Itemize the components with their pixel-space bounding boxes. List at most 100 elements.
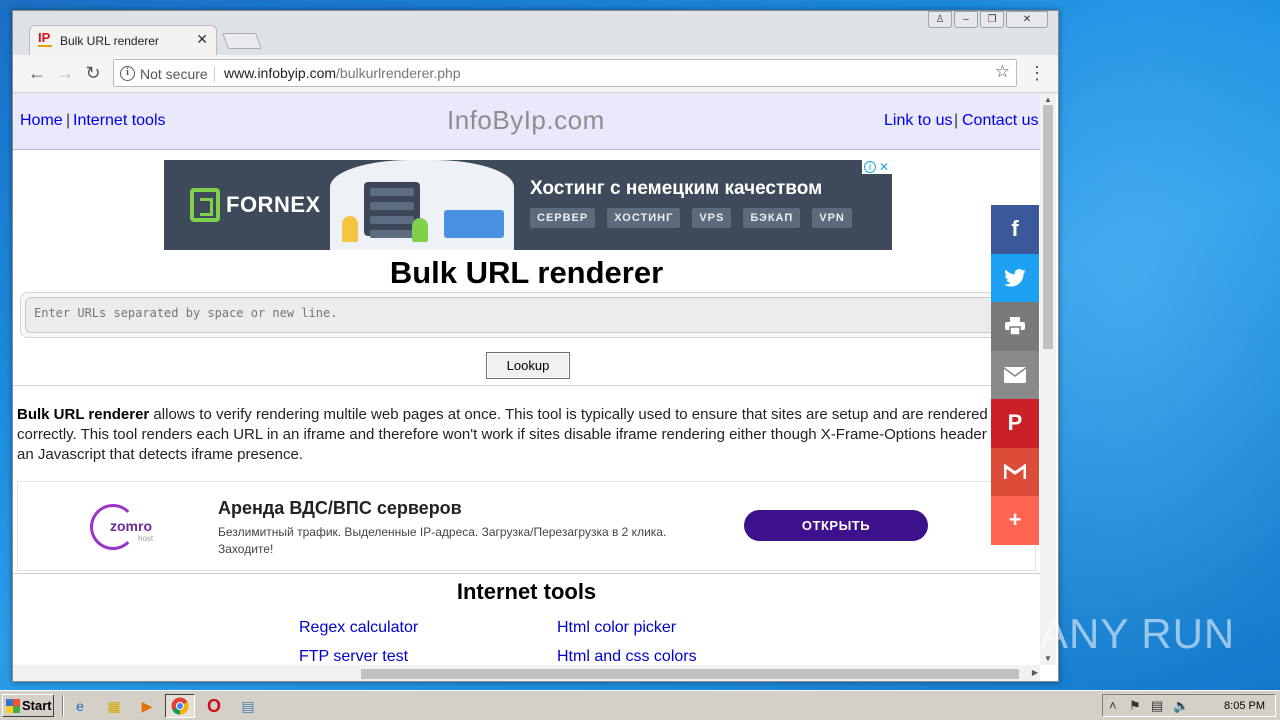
ad-tag: VPS	[692, 208, 732, 228]
ad-tag: ХОСТИНГ	[607, 208, 681, 228]
ad-brand: zomro	[110, 518, 152, 534]
start-button[interactable]: Start	[2, 694, 54, 717]
facebook-share-button[interactable]: f	[991, 205, 1039, 254]
opera-icon[interactable]: O	[204, 696, 224, 716]
divider	[13, 385, 1040, 386]
minimize-button[interactable]: –	[954, 11, 978, 28]
profile-icon[interactable]: ♙	[928, 11, 952, 28]
scrollbar-thumb[interactable]	[361, 669, 1019, 679]
description-bold: Bulk URL renderer	[17, 406, 150, 423]
nav-separator: |	[66, 112, 71, 129]
tools-heading: Internet tools	[456, 579, 597, 604]
ad-banner-fornex[interactable]: FORNEX Хостинг с немецким качеством СЕРВ…	[164, 160, 892, 250]
back-icon[interactable]: ←	[27, 63, 47, 83]
maximize-button[interactable]: ❐	[980, 11, 1004, 28]
twitter-icon	[1004, 268, 1026, 287]
tool-link-color-picker[interactable]: Html color picker	[557, 619, 676, 637]
scroll-right-icon[interactable]: ▶	[1032, 668, 1038, 677]
action-center-icon[interactable]: ⚑	[1129, 698, 1141, 714]
ad-info-icon[interactable]: i	[864, 161, 876, 173]
tab-title: Bulk URL renderer	[60, 34, 159, 48]
scrollbar-thumb[interactable]	[1043, 105, 1053, 349]
ad-tag: БЭКАП	[743, 208, 801, 228]
ad-text: Безлимитный трафик. Выделенные IP-адреса…	[218, 525, 667, 556]
vertical-scrollbar[interactable]: ▲ ▼	[1040, 93, 1056, 665]
url-input[interactable]	[34, 306, 994, 328]
social-share-bar: f P +	[991, 205, 1039, 545]
lookup-button[interactable]: Lookup	[486, 352, 570, 379]
browser-window: IP Bulk URL renderer ✕ ♙ – ❐ ✕ ← → ↻ i N…	[12, 10, 1059, 682]
forward-icon[interactable]: →	[55, 63, 75, 83]
internet-explorer-icon[interactable]: e	[70, 696, 90, 716]
ad-close-icon[interactable]: ✕	[878, 161, 890, 173]
tray-expand-icon[interactable]: ˄	[1109, 698, 1117, 713]
start-label: Start	[22, 698, 52, 713]
person-icon	[412, 218, 428, 242]
info-icon[interactable]: i	[120, 66, 135, 81]
person-icon	[342, 216, 358, 242]
gmail-icon	[1004, 463, 1026, 479]
email-share-button[interactable]	[991, 350, 1039, 399]
page-title: Bulk URL renderer	[389, 255, 664, 290]
notepad-icon[interactable]: ▤	[238, 696, 258, 716]
ad-tags: СЕРВЕР ХОСТИНГ VPS БЭКАП VPN	[530, 208, 852, 228]
ad-tag: СЕРВЕР	[530, 208, 596, 228]
facebook-icon: f	[1011, 216, 1019, 242]
security-label: Not secure	[140, 66, 208, 82]
gmail-share-button[interactable]	[991, 447, 1039, 496]
page-viewport: Home | Internet tools InfoByIp.com Link …	[13, 93, 1040, 681]
horizontal-scrollbar[interactable]: ▶	[13, 665, 1040, 681]
volume-icon[interactable]: 🔈	[1173, 698, 1189, 714]
site-favicon-icon: IP	[38, 30, 52, 47]
reload-icon[interactable]: ↻	[83, 63, 103, 83]
media-player-icon[interactable]: ▶	[137, 696, 157, 716]
browser-menu-icon[interactable]: ⋮	[1028, 63, 1046, 83]
url-input-wrapper	[20, 292, 1030, 338]
omnibox-divider	[214, 66, 215, 82]
site-logo[interactable]: InfoByIp.com	[447, 105, 605, 136]
envelope-icon	[1004, 366, 1026, 383]
ad-choices[interactable]: i ✕	[862, 160, 892, 174]
new-tab-button[interactable]	[222, 33, 262, 49]
site-header: Home | Internet tools InfoByIp.com Link …	[13, 93, 1040, 150]
browser-toolbar: ← → ↻ i Not secure www.infobyip.com/bulk…	[13, 55, 1058, 93]
ad-title: Аренда ВДС/ВПС серверов	[218, 498, 462, 518]
address-bar[interactable]: i Not secure www.infobyip.com/bulkurlren…	[113, 59, 1017, 87]
tool-description: Bulk URL renderer allows to verify rende…	[17, 405, 1037, 465]
tool-link-ftp[interactable]: FTP server test	[299, 648, 408, 666]
ad-brand: FORNEX	[226, 192, 321, 217]
tool-link-regex[interactable]: Regex calculator	[299, 619, 418, 637]
plus-icon: +	[1008, 507, 1022, 533]
print-share-button[interactable]	[991, 302, 1039, 351]
twitter-share-button[interactable]	[991, 253, 1039, 302]
fornex-logo-icon	[190, 188, 220, 222]
system-tray: ˄ ⚑ ▤ 🔈 8:05 PM	[1102, 694, 1276, 717]
nav-contact-us[interactable]: Contact us	[962, 112, 1038, 130]
file-explorer-icon[interactable]: ▦	[104, 696, 124, 716]
monitor-icon	[444, 210, 504, 238]
divider	[13, 573, 1040, 574]
ad-headline: Хостинг с немецким качеством	[530, 178, 823, 199]
more-share-button[interactable]: +	[991, 496, 1039, 545]
chrome-icon[interactable]	[170, 696, 190, 716]
window-close-button[interactable]: ✕	[1006, 11, 1048, 28]
ad-banner-zomro[interactable]: zomro host Аренда ВДС/ВПС серверов Безли…	[17, 481, 1036, 571]
ad-open-button[interactable]: ОТКРЫТЬ	[744, 510, 928, 541]
pinterest-share-button[interactable]: P	[991, 399, 1039, 448]
network-icon[interactable]: ▤	[1151, 698, 1163, 714]
nav-home-link[interactable]: Home	[20, 112, 63, 130]
description-text: allows to verify rendering multile web p…	[17, 406, 1028, 463]
bookmark-star-icon[interactable]: ☆	[995, 62, 1010, 82]
tab-close-icon[interactable]: ✕	[196, 31, 208, 48]
taskbar-divider	[62, 695, 64, 717]
tool-link-html-colors[interactable]: Html and css colors	[557, 648, 697, 666]
url-text[interactable]: www.infobyip.com/bulkurlrenderer.php	[224, 65, 461, 81]
nav-internet-tools-link[interactable]: Internet tools	[73, 112, 166, 130]
taskbar: Start e ▦ ▶ O ▤ ˄ ⚑ ▤ 🔈 8:05 PM	[0, 690, 1280, 720]
scroll-up-icon[interactable]: ▲	[1044, 95, 1052, 104]
taskbar-clock[interactable]: 8:05 PM	[1224, 700, 1265, 712]
ad-brand-sub: host	[138, 534, 154, 543]
nav-link-to-us[interactable]: Link to us	[884, 112, 952, 130]
tab-active[interactable]: IP Bulk URL renderer ✕	[29, 25, 217, 55]
pinterest-icon: P	[1007, 410, 1023, 436]
